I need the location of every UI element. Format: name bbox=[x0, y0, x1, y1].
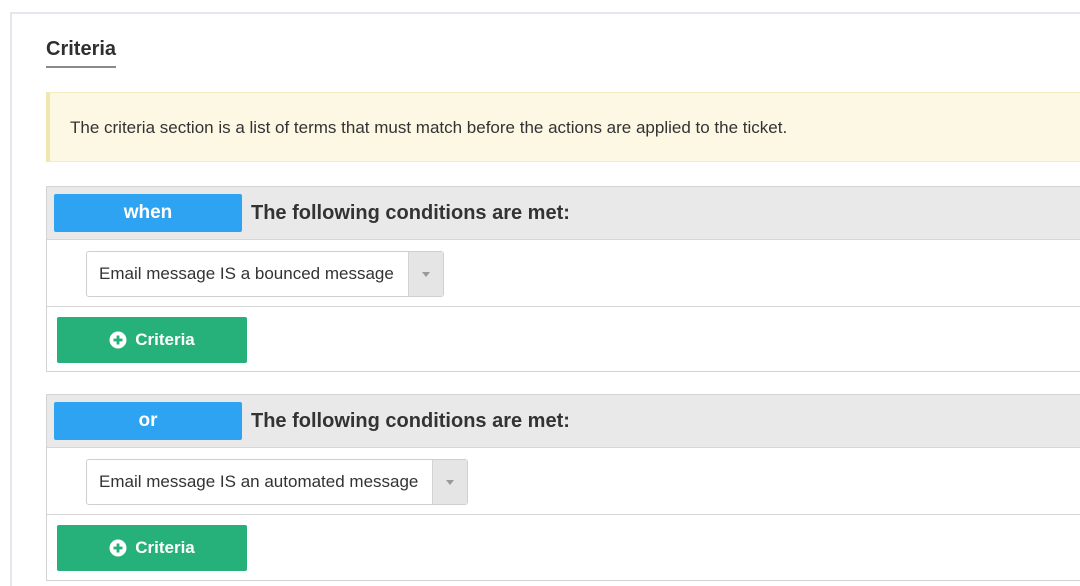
condition-select[interactable]: Email message IS a bounced message bbox=[86, 251, 444, 297]
conjunction-badge[interactable]: or bbox=[54, 402, 242, 440]
group-header: or The following conditions are met: bbox=[47, 395, 1080, 448]
add-criteria-row: Criteria bbox=[47, 307, 1080, 373]
group-heading: The following conditions are met: bbox=[251, 202, 570, 224]
group-header: when The following conditions are met: bbox=[47, 187, 1080, 240]
criteria-group: when The following conditions are met: E… bbox=[46, 186, 1080, 372]
condition-select-value: Email message IS a bounced message bbox=[99, 264, 394, 283]
plus-circle-icon bbox=[109, 331, 127, 349]
condition-row: Email message IS a bounced message bbox=[47, 240, 1080, 307]
add-criteria-row: Criteria bbox=[47, 515, 1080, 581]
criteria-group: or The following conditions are met: Ema… bbox=[46, 394, 1080, 581]
section-title: Criteria bbox=[46, 36, 117, 68]
add-criteria-label: Criteria bbox=[135, 330, 195, 349]
info-notice: The criteria section is a list of terms … bbox=[46, 92, 1080, 162]
add-criteria-label: Criteria bbox=[135, 538, 195, 557]
chevron-down-icon[interactable] bbox=[432, 460, 468, 504]
group-heading: The following conditions are met: bbox=[251, 410, 570, 432]
condition-row: Email message IS an automated message bbox=[47, 448, 1080, 515]
conjunction-badge[interactable]: when bbox=[54, 194, 242, 232]
chevron-down-icon[interactable] bbox=[407, 252, 443, 296]
rule-editor-page: Criteria The criteria section is a list … bbox=[0, 0, 1080, 586]
condition-select-value: Email message IS an automated message bbox=[99, 472, 419, 491]
condition-select[interactable]: Email message IS an automated message bbox=[86, 459, 469, 505]
add-criteria-button[interactable]: Criteria bbox=[57, 525, 247, 571]
plus-circle-icon bbox=[109, 539, 127, 557]
add-criteria-button[interactable]: Criteria bbox=[57, 317, 247, 363]
